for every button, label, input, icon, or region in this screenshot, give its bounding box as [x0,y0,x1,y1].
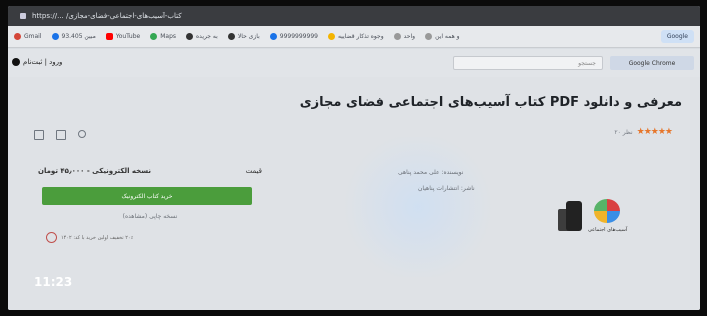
url-text[interactable]: https://... /کتاب-آسیب‌های-اجتماعی-فضای-… [32,12,182,20]
price-label: قیمت [245,167,262,175]
google-bookmark[interactable]: Google [660,30,694,43]
publisher[interactable]: ناشر: انتشارات پناهیان [418,185,475,192]
bookmark-item[interactable]: وجوه تذکار قضاییه [327,33,384,40]
author[interactable]: نویسنده: علی محمد پناهی [398,169,463,176]
site-icon [186,33,194,40]
rating: ۲۰ نظر ★★★★★ [614,127,673,137]
login-label: ورود | ثبت‌نام [23,58,63,66]
bookmark-item[interactable]: Gmail [14,33,42,40]
bookmark-item[interactable]: Maps [150,33,176,40]
print-icon[interactable] [56,130,66,140]
discount-icon [46,232,57,243]
gmail-icon [14,33,21,40]
bookmark-label: بازی حالا [237,33,260,40]
bookmark-item[interactable]: YouTube [105,33,141,40]
site-icon [269,33,277,40]
cover-title: آسیب‌های اجتماعی [588,227,628,233]
bookmarks-bar: Gmail مبین 93.405 YouTube Maps به جریده … [8,26,700,48]
bookmark-item[interactable]: 9999999999 [269,33,318,40]
youtube-icon [105,33,113,40]
price-row: نسخه الکترونیکی - ۴۵٫۰۰۰ تومان قیمت [30,167,270,175]
page-title: معرفی و دانلود PDF کتاب آسیب‌های اجتماعی… [299,95,682,110]
bookmark-item[interactable]: واحد [393,33,416,40]
share-icon[interactable] [78,130,86,138]
product-page: معرفی و دانلود PDF کتاب آسیب‌های اجتماعی… [8,77,700,310]
price: نسخه الکترونیکی - ۴۵٫۰۰۰ تومان [38,167,151,175]
buy-box: نسخه الکترونیکی - ۴۵٫۰۰۰ تومان قیمت خرید… [30,167,270,282]
bookmark-item[interactable]: مبین 93.405 [51,33,96,40]
site-icon [227,33,235,40]
clock: 11:23 [34,275,73,289]
buy-button[interactable]: خرید کتاب الکترونیک [42,187,252,205]
logo-graphic [594,199,620,223]
bookmark-icon[interactable] [34,130,44,140]
bookmark-item[interactable]: و همه این [425,33,460,40]
bookmark-label: Gmail [24,33,42,40]
print-version-link[interactable]: نسخه چاپی (مشاهده) [30,213,270,220]
site-icon [51,33,59,40]
site-icon [425,33,433,40]
bookmark-item[interactable]: بازی حالا [227,33,260,40]
bookmark-label: 9999999999 [279,33,318,40]
bookmark-label: YouTube [115,33,141,40]
bookmark-label: و همه این [435,33,460,40]
discount-note: ۲۰٪ تخفیف اولین خرید با کد: ۱۴۰۲ [46,232,270,243]
site-header: ورود | ثبت‌نام جستجو Google Chrome [8,49,700,77]
address-bar[interactable]: https://... /کتاب-آسیب‌های-اجتماعی-فضای-… [8,6,700,26]
bookmark-label: واحد [403,33,416,40]
bookmark-label: به جریده [196,33,218,40]
user-icon [12,58,20,66]
phone-graphic [566,201,582,231]
bookmark-label: وجوه تذکار قضاییه [337,33,384,40]
login-link[interactable]: ورود | ثبت‌نام [12,58,62,66]
star-rating: ★★★★★ [636,127,673,137]
category-button[interactable]: Google Chrome [610,56,694,70]
rating-count[interactable]: ۲۰ نظر [614,129,632,136]
site-icon [327,33,335,40]
action-icons [34,130,86,140]
search-input[interactable]: جستجو [453,56,603,70]
maps-icon [150,33,158,40]
bookmark-label: مبین 93.405 [61,33,96,40]
bookmark-label: Maps [160,33,177,40]
lock-icon [20,13,26,19]
screen-glare [338,137,498,277]
book-cover[interactable]: آسیب‌های اجتماعی [558,195,632,251]
discount-text: ۲۰٪ تخفیف اولین خرید با کد: ۱۴۰۲ [61,234,134,241]
screen: https://... /کتاب-آسیب‌های-اجتماعی-فضای-… [8,6,700,310]
bookmark-item[interactable]: به جریده [186,33,218,40]
site-icon [393,33,401,40]
